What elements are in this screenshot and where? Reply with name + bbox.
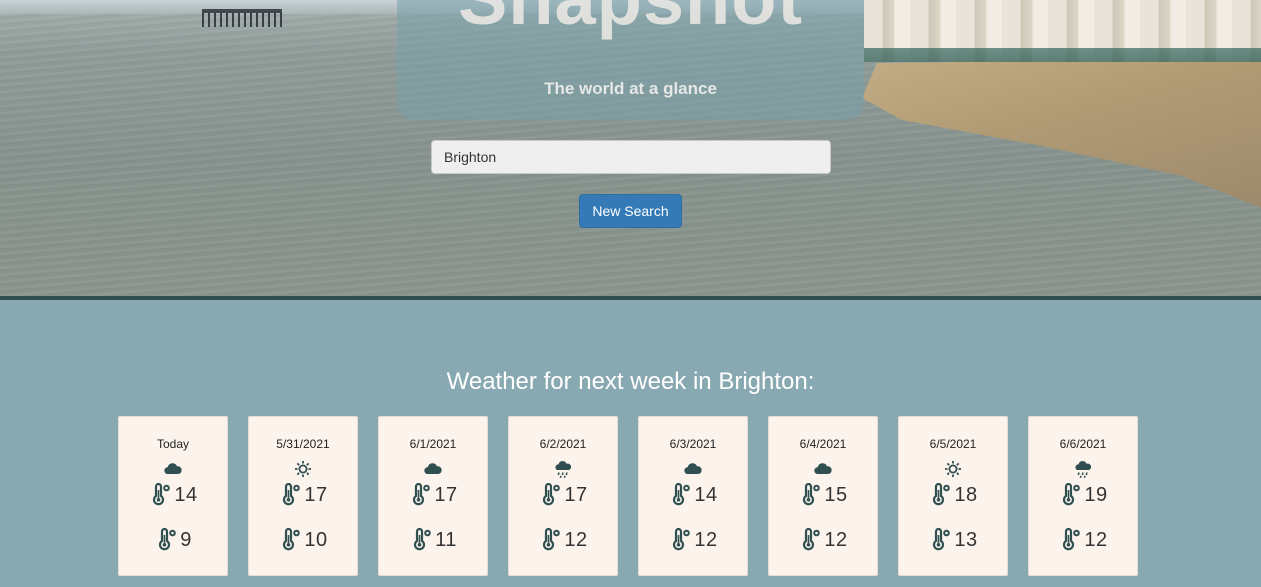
thermometer-icon	[933, 483, 951, 506]
thermometer-icon	[413, 483, 431, 506]
thermometer-icon	[543, 528, 561, 551]
thermometer-icon	[803, 528, 821, 551]
high-temp-value: 19	[1084, 483, 1108, 506]
thermometer-icon	[283, 483, 301, 506]
cloud-icon	[164, 463, 182, 474]
low-temp-value: 9	[180, 528, 192, 551]
forecast-date: 6/4/2021	[799, 437, 847, 451]
forecast-heading: Weather for next week in Brighton:	[446, 368, 815, 395]
hero-banner: Snapshot The world at a glance New Searc…	[0, 0, 1261, 296]
thermometer-icon	[673, 528, 691, 551]
forecast-date: 6/6/2021	[1059, 437, 1107, 451]
forecast-card: 6/5/2021 18 13	[898, 416, 1008, 576]
low-temp: 11	[379, 528, 487, 552]
forecast-card: 5/31/2021 17 10	[248, 416, 358, 576]
forecast-card: 6/1/2021 17 11	[378, 416, 488, 576]
thermometer-icon	[933, 528, 951, 551]
low-temp-value: 12	[824, 528, 848, 551]
forecast-card: 6/4/2021 15 12	[768, 416, 878, 576]
low-temp: 12	[639, 528, 747, 552]
forecast-date: 6/5/2021	[929, 437, 977, 451]
rain-icon	[555, 461, 572, 479]
high-temp: 18	[899, 483, 1007, 507]
low-temp: 12	[1029, 528, 1137, 552]
hero-pier	[202, 9, 282, 27]
low-temp-value: 10	[304, 528, 328, 551]
low-temp-value: 13	[954, 528, 978, 551]
high-temp-value: 17	[564, 483, 588, 506]
forecast-date: 6/3/2021	[669, 437, 717, 451]
forecast-card: Today 14 9	[118, 416, 228, 576]
high-temp-value: 17	[304, 483, 328, 506]
cloud-icon	[424, 463, 442, 474]
forecast-date: 6/1/2021	[409, 437, 457, 451]
high-temp: 15	[769, 483, 877, 507]
forecast-date: 6/2/2021	[539, 437, 587, 451]
low-temp-value: 12	[694, 528, 718, 551]
high-temp: 17	[249, 483, 357, 507]
thermometer-icon	[673, 483, 691, 506]
low-temp: 12	[509, 528, 617, 552]
forecast-date: Today	[156, 437, 190, 451]
app-title: Snapshot	[397, 0, 864, 41]
app-tagline: The world at a glance	[544, 79, 717, 98]
forecast-date: 5/31/2021	[276, 437, 330, 451]
high-temp: 19	[1029, 483, 1137, 507]
title-panel: Snapshot The world at a glance	[397, 0, 864, 120]
low-temp-value: 12	[564, 528, 588, 551]
thermometer-icon	[159, 528, 176, 551]
thermometer-icon	[414, 528, 431, 551]
thermometer-icon	[283, 528, 301, 551]
thermometer-icon	[153, 483, 171, 506]
high-temp-value: 14	[694, 483, 718, 506]
hero-promenade	[864, 48, 1261, 62]
sun-icon	[945, 461, 961, 477]
low-temp-value: 12	[1084, 528, 1108, 551]
forecast-card: 6/2/2021 17 12	[508, 416, 618, 576]
thermometer-icon	[1063, 483, 1081, 506]
thermometer-icon	[1063, 528, 1081, 551]
high-temp: 14	[639, 483, 747, 507]
forecast-card: 6/3/2021 14 12	[638, 416, 748, 576]
high-temp: 17	[379, 483, 487, 507]
rain-icon	[1075, 461, 1092, 479]
low-temp: 10	[249, 528, 357, 552]
cloud-icon	[684, 463, 702, 474]
high-temp: 17	[509, 483, 617, 507]
low-temp: 13	[899, 528, 1007, 552]
low-temp-value: 11	[435, 528, 457, 551]
cloud-icon	[814, 463, 832, 474]
forecast-section: Weather for next week in Brighton: Today…	[0, 300, 1261, 587]
new-search-button[interactable]: New Search	[579, 194, 682, 228]
sun-icon	[295, 461, 311, 477]
low-temp: 12	[769, 528, 877, 552]
thermometer-icon	[543, 483, 561, 506]
high-temp: 14	[119, 483, 227, 507]
high-temp-value: 15	[824, 483, 848, 506]
high-temp-value: 18	[954, 483, 978, 506]
forecast-card: 6/6/2021 19 12	[1028, 416, 1138, 576]
search-input[interactable]	[431, 140, 831, 174]
thermometer-icon	[803, 483, 821, 506]
high-temp-value: 14	[174, 483, 198, 506]
low-temp: 9	[119, 528, 227, 552]
high-temp-value: 17	[434, 483, 458, 506]
